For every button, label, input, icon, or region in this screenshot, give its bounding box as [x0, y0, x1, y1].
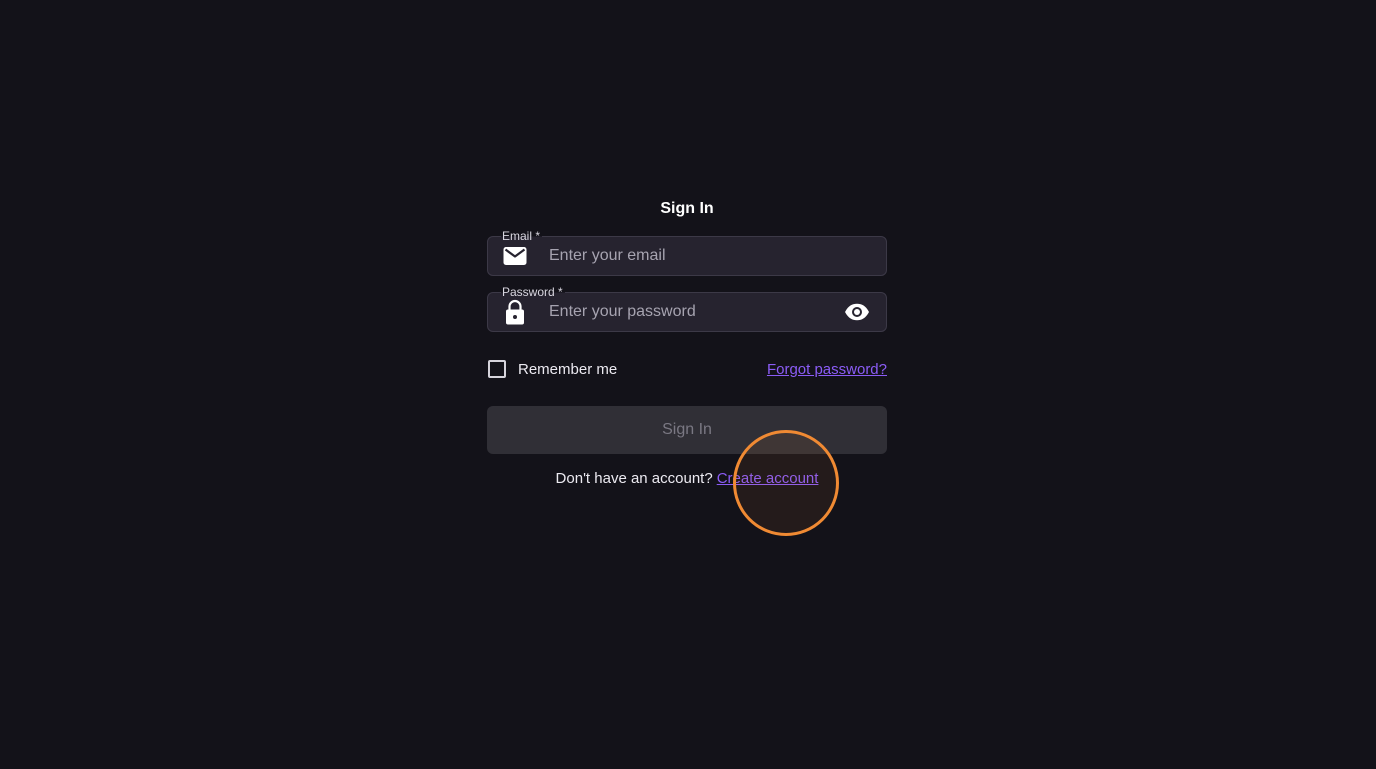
forgot-password-link[interactable]: Forgot password?: [767, 361, 887, 378]
remember-me-checkbox[interactable]: [488, 360, 506, 378]
lock-icon: [503, 299, 527, 325]
email-label: Email *: [501, 229, 543, 243]
password-label: Password *: [501, 285, 565, 299]
signup-prompt-row: Don't have an account? Create account: [487, 470, 887, 487]
sign-in-form: Sign In Email * Password *: [487, 196, 887, 487]
create-account-link[interactable]: Create account: [717, 470, 819, 487]
remember-me-label: Remember me: [518, 360, 618, 378]
sign-in-page: Sign In Email * Password *: [0, 0, 1376, 769]
email-field[interactable]: Email *: [487, 229, 887, 276]
remember-me-option[interactable]: Remember me: [487, 360, 617, 378]
email-input[interactable]: [549, 237, 886, 275]
sign-in-button[interactable]: Sign In: [487, 406, 887, 454]
password-field[interactable]: Password *: [487, 285, 887, 332]
show-password-toggle[interactable]: [843, 298, 871, 326]
eye-icon: [845, 303, 869, 321]
mail-icon: [503, 244, 527, 268]
page-title: Sign In: [660, 200, 714, 217]
options-row: Remember me Forgot password?: [487, 359, 887, 379]
password-input[interactable]: [549, 293, 843, 331]
signup-prompt-text: Don't have an account?: [555, 470, 713, 487]
